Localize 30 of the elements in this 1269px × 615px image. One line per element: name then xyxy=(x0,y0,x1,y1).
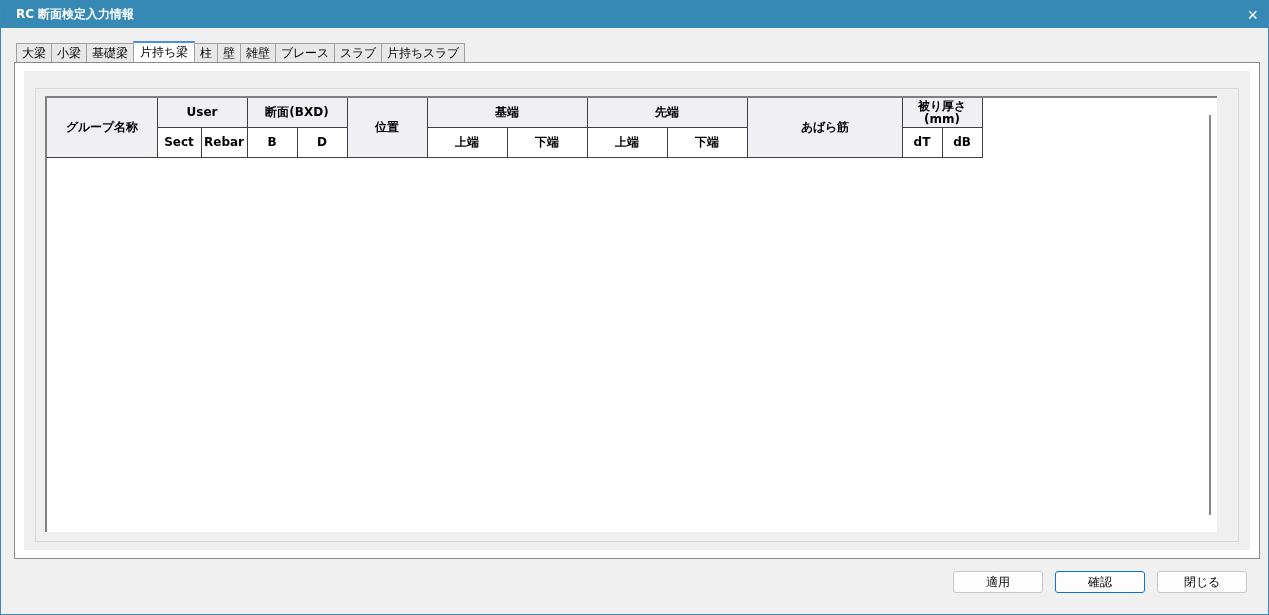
close-button[interactable]: × xyxy=(1241,4,1264,25)
tab[interactable]: スラブ xyxy=(334,43,382,62)
dialog-button[interactable]: 適用 xyxy=(953,571,1043,593)
column-header: B xyxy=(247,127,297,158)
tab[interactable]: 雑壁 xyxy=(240,43,276,62)
tab[interactable]: 小梁 xyxy=(51,43,87,62)
tab[interactable]: 基礎梁 xyxy=(86,43,134,62)
column-header: User xyxy=(157,98,247,128)
window-title: RC 断面検定入力情報 xyxy=(16,6,135,23)
tab[interactable]: 大梁 xyxy=(16,43,52,62)
tab[interactable]: 片持ち梁 xyxy=(133,41,195,62)
tab[interactable]: ブレース xyxy=(275,43,335,62)
column-header: 下端 xyxy=(667,127,747,158)
tab[interactable]: 壁 xyxy=(217,43,241,62)
column-header: グループ名称 xyxy=(47,98,157,158)
column-header: 下端 xyxy=(507,127,587,158)
column-header: D xyxy=(297,127,347,158)
column-header: 上端 xyxy=(427,127,507,158)
tab[interactable]: 柱 xyxy=(194,43,218,62)
column-header: 上端 xyxy=(587,127,667,158)
tab[interactable]: 片持ちスラブ xyxy=(381,43,465,62)
column-header: 基端 xyxy=(427,98,587,128)
column-header: あばら筋 xyxy=(747,98,902,158)
dialog-button[interactable]: 確認 xyxy=(1055,571,1145,593)
column-header: 被り厚さ (mm) xyxy=(902,98,982,128)
column-header: 断面(BXD) xyxy=(247,98,347,128)
dialog-button[interactable]: 閉じる xyxy=(1157,571,1247,593)
column-header: 先端 xyxy=(587,98,747,128)
scrollbar[interactable] xyxy=(1209,115,1211,515)
column-header: 位置 xyxy=(347,98,427,158)
